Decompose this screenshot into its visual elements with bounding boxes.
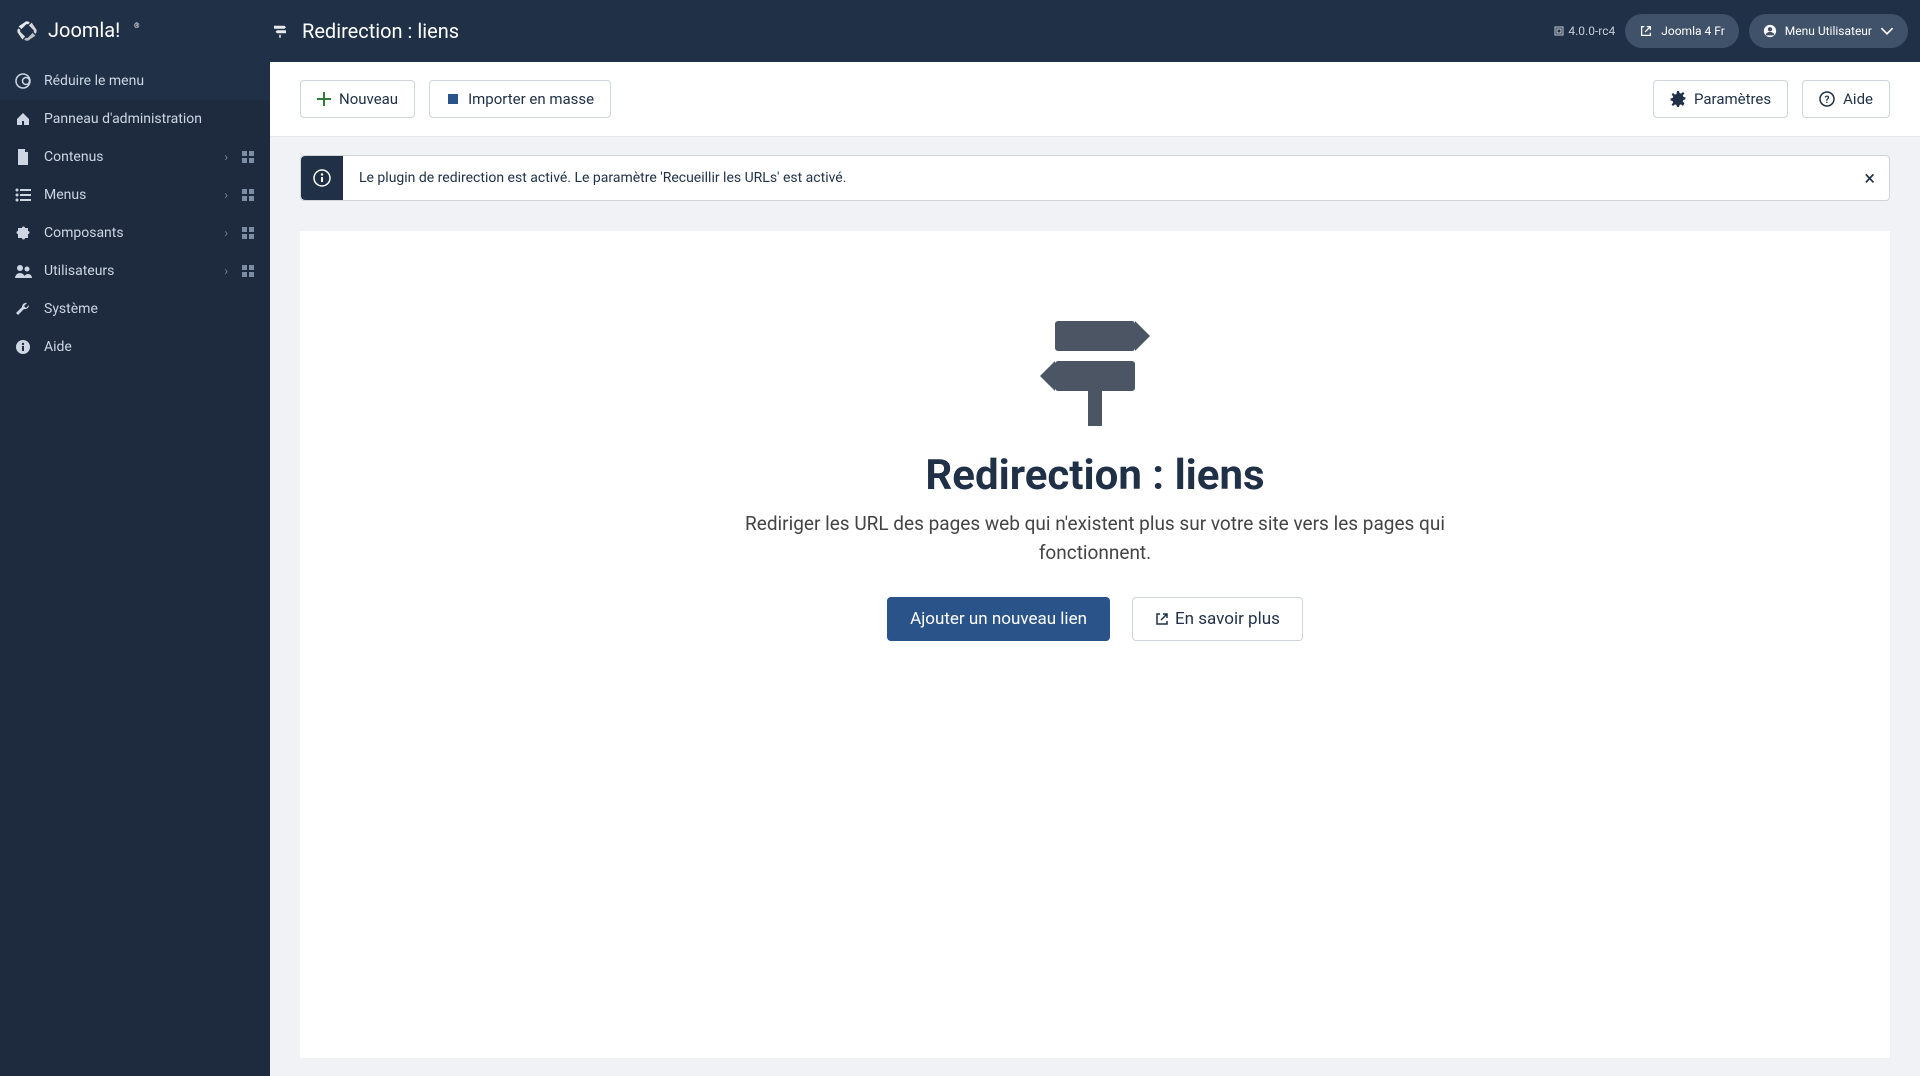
info-text: Le plugin de redirection est activé. Le … <box>343 156 1850 200</box>
version-icon <box>1554 26 1564 36</box>
sidebar-item-label: Menus <box>44 187 212 203</box>
gear-icon <box>1670 91 1686 107</box>
new-label: Nouveau <box>339 90 398 108</box>
dashboard-quick-icon[interactable] <box>240 187 256 203</box>
new-button[interactable]: Nouveau <box>300 80 415 118</box>
version-badge[interactable]: 4.0.0-rc4 <box>1554 24 1615 38</box>
sidebar-item-components[interactable]: Composants › <box>0 214 270 252</box>
chevron-right-icon: › <box>224 226 228 240</box>
import-label: Importer en masse <box>468 90 594 108</box>
settings-button[interactable]: Paramètres <box>1653 80 1788 118</box>
close-info-button[interactable]: × <box>1850 156 1889 200</box>
page-title-area: Redirection : liens <box>270 19 459 43</box>
toggle-icon <box>14 72 32 90</box>
empty-state: Redirection : liens Rediriger les URL de… <box>300 231 1890 1058</box>
sidebar-item-label: Composants <box>44 225 212 241</box>
sidebar-item-help[interactable]: Aide <box>0 328 270 366</box>
settings-label: Paramètres <box>1694 90 1771 108</box>
svg-text:Joomla!: Joomla! <box>48 20 120 42</box>
user-menu-button[interactable]: Menu Utilisateur <box>1749 14 1908 48</box>
add-link-label: Ajouter un nouveau lien <box>910 609 1087 629</box>
dashboard-quick-icon[interactable] <box>240 149 256 165</box>
chevron-right-icon: › <box>224 264 228 278</box>
page-title: Redirection : liens <box>302 19 459 43</box>
sidebar-item-label: Utilisateurs <box>44 263 212 279</box>
dashboard-quick-icon[interactable] <box>240 225 256 241</box>
chevron-right-icon: › <box>224 188 228 202</box>
empty-actions: Ajouter un nouveau lien En savoir plus <box>887 597 1303 641</box>
sidebar-item-label: Contenus <box>44 149 212 165</box>
learn-more-label: En savoir plus <box>1175 609 1280 629</box>
home-icon <box>15 111 31 127</box>
external-link-icon <box>1155 612 1169 626</box>
topbar-right: 4.0.0-rc4 Joomla 4 Fr Menu Utilisateur <box>1554 14 1920 48</box>
add-link-button[interactable]: Ajouter un nouveau lien <box>887 597 1110 641</box>
empty-state-icon <box>1030 301 1160 431</box>
joomla-wordmark-icon: Joomla! ® <box>48 20 158 42</box>
toolbar: Nouveau Importer en masse <box>270 62 1920 137</box>
svg-text:®: ® <box>134 22 140 30</box>
site-link-button[interactable]: Joomla 4 Fr <box>1625 14 1739 48</box>
info-message: Le plugin de redirection est activé. Le … <box>300 155 1890 201</box>
chevron-right-icon: › <box>224 150 228 164</box>
main: Réduire le menu Panneau d'administration… <box>0 62 1920 1076</box>
content: Nouveau Importer en masse <box>270 62 1920 1076</box>
file-icon <box>16 149 30 165</box>
sidebar-item-dashboard[interactable]: Panneau d'administration <box>0 100 270 138</box>
signpost-icon <box>1030 301 1160 431</box>
import-icon <box>446 92 460 106</box>
wrench-icon <box>15 301 31 317</box>
empty-description: Rediriger les URL des pages web qui n'ex… <box>725 510 1465 567</box>
plus-icon <box>317 92 331 106</box>
joomla-icon <box>12 16 42 46</box>
sidebar-item-menus[interactable]: Menus › <box>0 176 270 214</box>
question-icon: ? <box>1819 91 1835 107</box>
help-button[interactable]: ? Aide <box>1802 80 1890 118</box>
user-icon <box>1763 24 1777 38</box>
sidebar-item-label: Panneau d'administration <box>44 111 256 127</box>
info-circle-icon <box>313 169 331 187</box>
redirect-icon <box>270 22 290 40</box>
learn-more-button[interactable]: En savoir plus <box>1132 597 1303 641</box>
joomla-logo: Joomla! ® <box>12 16 158 46</box>
import-button[interactable]: Importer en masse <box>429 80 611 118</box>
topbar: Joomla! ® Redirection : liens 4.0.0-rc4 … <box>0 0 1920 62</box>
sidebar-item-content[interactable]: Contenus › <box>0 138 270 176</box>
svg-text:?: ? <box>1825 95 1830 106</box>
user-menu-label: Menu Utilisateur <box>1785 24 1872 38</box>
page-body: Le plugin de redirection est activé. Le … <box>270 137 1920 1076</box>
sidebar-item-label: Aide <box>44 339 256 355</box>
site-link-label: Joomla 4 Fr <box>1661 24 1725 38</box>
chevron-down-icon <box>1880 24 1894 38</box>
sidebar: Réduire le menu Panneau d'administration… <box>0 62 270 1076</box>
dashboard-quick-icon[interactable] <box>240 263 256 279</box>
help-label: Aide <box>1843 90 1873 108</box>
toolbar-left: Nouveau Importer en masse <box>300 80 611 118</box>
sidebar-toggle-label: Réduire le menu <box>44 73 144 89</box>
empty-title: Redirection : liens <box>925 451 1264 500</box>
info-icon-box <box>301 156 343 200</box>
sidebar-item-system[interactable]: Système <box>0 290 270 328</box>
version-text: 4.0.0-rc4 <box>1568 24 1615 38</box>
puzzle-icon <box>15 225 31 241</box>
sidebar-item-users[interactable]: Utilisateurs › <box>0 252 270 290</box>
users-icon <box>14 264 32 278</box>
close-icon: × <box>1864 166 1875 190</box>
external-link-icon <box>1639 24 1653 38</box>
logo-area[interactable]: Joomla! ® <box>0 0 270 62</box>
sidebar-item-label: Système <box>44 301 256 317</box>
sidebar-toggle[interactable]: Réduire le menu <box>0 62 270 100</box>
info-icon <box>15 339 31 355</box>
toolbar-right: Paramètres ? Aide <box>1653 80 1890 118</box>
list-icon <box>15 188 31 202</box>
